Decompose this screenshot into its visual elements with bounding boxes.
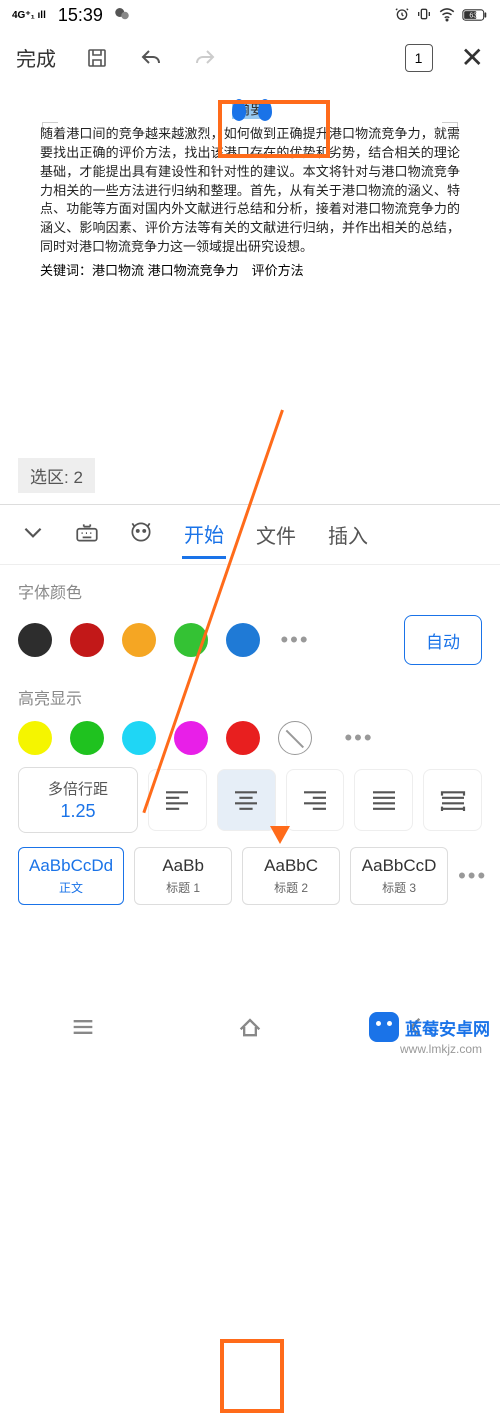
align-justify-button[interactable]: [354, 769, 413, 831]
battery-indicator: 63: [462, 8, 488, 22]
page-indicator[interactable]: 1: [405, 44, 433, 72]
color-swatch[interactable]: [122, 623, 156, 657]
undo-icon[interactable]: [138, 45, 164, 71]
style-heading3[interactable]: AaBbCcD 标题 3: [350, 847, 448, 905]
wechat-icon: [113, 5, 131, 26]
menu-icon[interactable]: [69, 1013, 97, 1046]
format-panel: 开始 文件 插入 字体颜色 ••• 自动 高亮显示 ••• 多倍行距: [0, 504, 500, 913]
style-heading2[interactable]: AaBbC 标题 2: [242, 847, 340, 905]
line-spacing-value: 1.25: [33, 801, 123, 822]
panel-tabs: 开始 文件 插入: [0, 505, 500, 565]
font-color-section: 字体颜色 ••• 自动: [0, 565, 500, 671]
status-time: 15:39: [58, 5, 103, 26]
color-swatch[interactable]: [70, 623, 104, 657]
style-heading1[interactable]: AaBb 标题 1: [134, 847, 232, 905]
annotation-box: [220, 1339, 284, 1413]
align-center-button[interactable]: [217, 769, 276, 831]
more-highlight-icon[interactable]: •••: [342, 725, 376, 751]
font-color-title: 字体颜色: [18, 579, 482, 603]
close-icon[interactable]: ✕: [461, 41, 484, 74]
collapse-icon[interactable]: [20, 519, 46, 550]
alarm-icon: [394, 6, 410, 25]
align-right-button[interactable]: [286, 769, 345, 831]
highlight-section: 高亮显示 •••: [0, 671, 500, 761]
alignment-row: 多倍行距 1.25: [0, 761, 500, 839]
editor-toolbar: 完成 1 ✕: [0, 30, 500, 85]
line-spacing-label: 多倍行距: [33, 778, 123, 799]
no-highlight-icon[interactable]: [278, 721, 312, 755]
tab-file[interactable]: 文件: [254, 512, 298, 557]
highlight-swatch[interactable]: [226, 721, 260, 755]
keyboard-icon[interactable]: [74, 519, 100, 550]
status-bar: 4G⁺₁ ıll 15:39 63: [0, 0, 500, 30]
doc-keywords[interactable]: 关键词：港口物流 港口物流竞争力 评价方法: [40, 260, 460, 279]
auto-color-button[interactable]: 自动: [404, 615, 482, 665]
highlight-swatch[interactable]: [70, 721, 104, 755]
style-row: AaBbCcDd 正文 AaBb 标题 1 AaBbC 标题 2 AaBbCcD…: [0, 839, 500, 913]
annotation-arrow-head: [270, 826, 290, 844]
save-icon[interactable]: [84, 45, 110, 71]
highlight-swatch[interactable]: [18, 721, 52, 755]
line-spacing-button[interactable]: 多倍行距 1.25: [18, 767, 138, 833]
assistant-icon[interactable]: [128, 519, 154, 550]
more-colors-icon[interactable]: •••: [278, 627, 312, 653]
watermark: 蓝莓安卓网: [369, 1012, 490, 1042]
style-normal[interactable]: AaBbCcDd 正文: [18, 847, 124, 905]
home-icon[interactable]: [236, 1013, 264, 1046]
redo-icon: [192, 45, 218, 71]
highlight-swatch[interactable]: [122, 721, 156, 755]
highlight-title: 高亮显示: [18, 685, 482, 709]
watermark-logo: [369, 1012, 399, 1042]
done-button[interactable]: 完成: [16, 43, 56, 72]
watermark-text: 蓝莓安卓网: [405, 1015, 490, 1040]
color-swatch[interactable]: [226, 623, 260, 657]
vibrate-icon: [416, 6, 432, 25]
tab-start[interactable]: 开始: [182, 511, 226, 559]
more-styles-icon[interactable]: •••: [458, 863, 487, 889]
signal-indicator: 4G⁺₁ ıll: [12, 10, 46, 21]
wifi-icon: [438, 5, 456, 26]
align-distribute-button[interactable]: [423, 769, 482, 831]
annotation-box: [218, 100, 330, 158]
selection-count-chip: 选区: 2: [18, 458, 95, 493]
color-swatch[interactable]: [18, 623, 52, 657]
svg-text:63: 63: [469, 13, 477, 20]
highlight-swatch[interactable]: [174, 721, 208, 755]
tab-insert[interactable]: 插入: [326, 512, 370, 557]
watermark-url: www.lmkjz.com: [400, 1042, 482, 1056]
